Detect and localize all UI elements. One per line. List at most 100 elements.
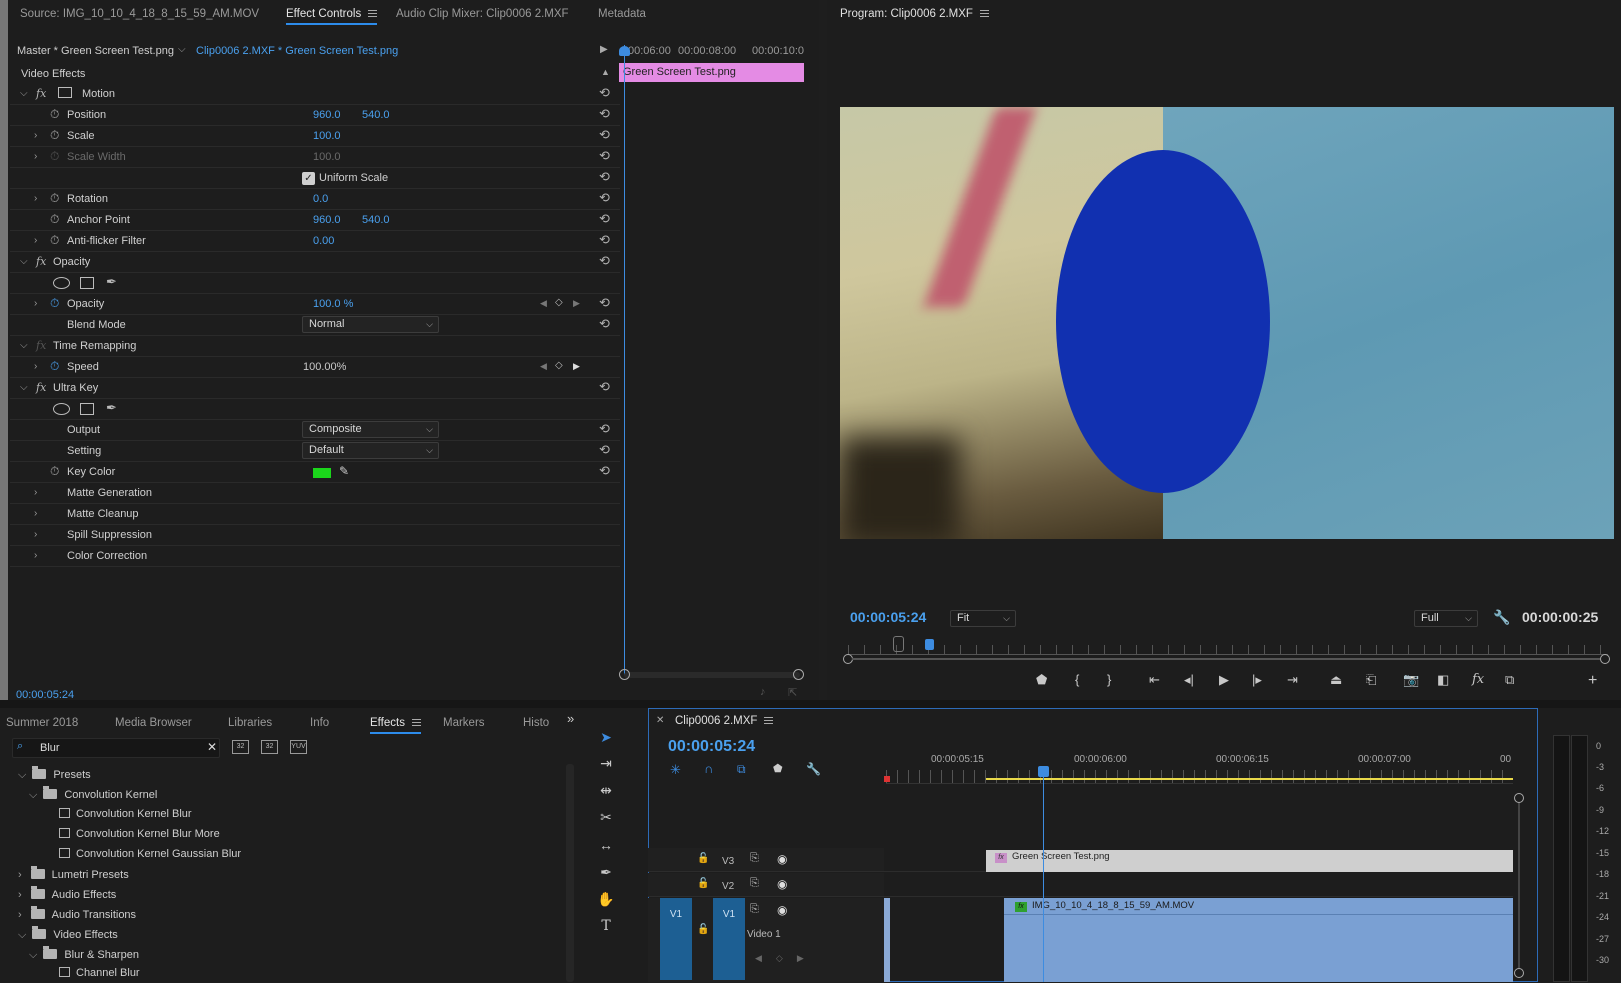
reset-icon[interactable]: ⟲: [599, 463, 610, 479]
keyframe-nav[interactable]: ◀◇▶: [755, 953, 818, 964]
chevron-right-icon[interactable]: ›: [34, 487, 37, 498]
antiflicker-value[interactable]: 0.00: [313, 235, 334, 247]
master-clip-label[interactable]: Master * Green Screen Test.png: [17, 45, 174, 57]
tab-history[interactable]: Histo: [523, 709, 549, 737]
clip-img-mov[interactable]: IMG_10_10_4_18_8_15_59_AM.MOV fx: [1004, 898, 1513, 982]
panel-menu-icon[interactable]: [979, 10, 989, 18]
reset-icon[interactable]: ⟲: [599, 169, 610, 185]
position-row[interactable]: ⏱ Position 960.0 540.0 ⟲: [10, 105, 620, 126]
reset-icon[interactable]: ⟲: [599, 442, 610, 458]
play-only-icon[interactable]: ▶: [600, 44, 608, 55]
pen-tool-icon[interactable]: ✒: [595, 861, 617, 883]
keyframe-next-icon[interactable]: ▶: [573, 298, 580, 309]
step-back-icon[interactable]: ◂|: [1184, 672, 1194, 688]
ripple-edit-tool-icon[interactable]: ⇹: [595, 779, 617, 801]
rotation-value[interactable]: 0.0: [313, 193, 328, 205]
eyedropper-icon[interactable]: ✎: [339, 464, 349, 478]
panel-menu-icon[interactable]: [368, 10, 378, 18]
position-y-value[interactable]: 540.0: [362, 109, 390, 121]
track-v2-label[interactable]: V2: [722, 881, 734, 892]
panel-menu-icon[interactable]: [411, 719, 421, 727]
chevron-right-icon[interactable]: ›: [34, 508, 37, 519]
add-keyframe-icon[interactable]: ◇: [555, 297, 563, 308]
program-timecode[interactable]: 00:00:05:24: [850, 609, 926, 625]
chevron-down-icon[interactable]: ⌵: [18, 769, 26, 781]
tree-audio-transitions[interactable]: › Audio Transitions: [18, 906, 136, 925]
tree-convolution-kernel-blur-more[interactable]: Convolution Kernel Blur More: [59, 825, 220, 844]
reset-icon[interactable]: ⟲: [599, 379, 610, 395]
opacity-value[interactable]: 100.0 %: [313, 298, 353, 310]
tab-metadata[interactable]: Metadata: [598, 0, 646, 28]
pen-mask-icon[interactable]: ✒: [106, 400, 117, 416]
blend-mode-dropdown[interactable]: Normal ⌵: [302, 316, 439, 333]
anchor-point-row[interactable]: ⏱ Anchor Point 960.0 540.0 ⟲: [10, 210, 620, 231]
collapse-icon[interactable]: ▲: [601, 67, 610, 77]
mini-scroll-handle-left[interactable]: [619, 669, 630, 680]
scale-value[interactable]: 100.0: [313, 130, 341, 142]
speed-row[interactable]: › ⏱ Speed 100.00% ◀ ◇ ▶: [10, 357, 620, 378]
chevron-right-icon[interactable]: ›: [34, 235, 37, 246]
mark-in-icon[interactable]: {: [1075, 672, 1079, 687]
tree-video-effects[interactable]: ⌵ Video Effects: [18, 926, 118, 945]
reset-icon[interactable]: ⟲: [599, 232, 610, 248]
eye-icon[interactable]: ◉: [777, 903, 787, 917]
add-keyframe-icon[interactable]: ◇: [555, 360, 563, 371]
close-sequence-icon[interactable]: ✕: [656, 715, 664, 726]
program-playhead[interactable]: [925, 639, 934, 650]
sync-lock-icon[interactable]: ⎘: [750, 903, 759, 916]
sequence-tab[interactable]: Clip0006 2.MXF: [675, 715, 774, 727]
fx-icon[interactable]: fx: [36, 87, 46, 100]
tab-effect-controls[interactable]: Effect Controls: [286, 0, 378, 28]
timeline-ruler[interactable]: [886, 770, 1513, 784]
extract-icon[interactable]: ⎗: [1366, 672, 1376, 688]
chevron-down-icon[interactable]: ⌵: [29, 949, 37, 961]
mini-playhead[interactable]: [624, 45, 625, 675]
time-remapping-row[interactable]: ⌵ fx Time Remapping: [10, 336, 620, 357]
add-button-icon[interactable]: +: [1588, 672, 1597, 690]
fx-toggle-icon[interactable]: fx: [1472, 672, 1484, 687]
tab-media-browser[interactable]: Media Browser: [115, 709, 192, 737]
tab-markers[interactable]: Markers: [443, 709, 485, 737]
tab-audio-clip-mixer[interactable]: Audio Clip Mixer: Clip0006 2.MXF: [396, 0, 569, 28]
timeline-vscroll-top[interactable]: [1514, 793, 1524, 803]
tab-info[interactable]: Info: [310, 709, 329, 737]
chevron-right-icon[interactable]: ›: [18, 889, 22, 901]
reset-icon[interactable]: ⟲: [599, 253, 610, 269]
filter-audio-icon[interactable]: ♪: [760, 686, 766, 698]
chevron-right-icon[interactable]: ›: [34, 193, 37, 204]
reset-icon[interactable]: ⟲: [599, 211, 610, 227]
lock-icon[interactable]: 🔓: [697, 878, 709, 889]
reset-icon[interactable]: ⟲: [599, 148, 610, 164]
matte-cleanup-row[interactable]: › Matte Cleanup: [10, 504, 620, 525]
rectangle-mask-icon[interactable]: [80, 403, 94, 415]
export-icon[interactable]: ⇱: [788, 686, 797, 699]
chevron-down-icon[interactable]: ⌵: [20, 340, 28, 351]
zoom-bar[interactable]: [852, 658, 1600, 660]
opacity-row[interactable]: › ⏱ Opacity 100.0 % ◀ ◇ ▶ ⟲: [10, 294, 620, 315]
stopwatch-icon[interactable]: ⏱: [50, 359, 59, 374]
stopwatch-icon[interactable]: ⏱: [50, 296, 59, 311]
stopwatch-icon[interactable]: ⏱: [50, 107, 59, 122]
in-marker[interactable]: [884, 776, 890, 782]
reset-icon[interactable]: ⟲: [599, 190, 610, 206]
mark-out-icon[interactable]: }: [1107, 672, 1111, 687]
color-correction-row[interactable]: › Color Correction: [10, 546, 620, 567]
export-frame-icon[interactable]: 📷: [1403, 672, 1419, 688]
tree-convolution-kernel-blur[interactable]: Convolution Kernel Blur: [59, 805, 192, 824]
lift-icon[interactable]: ⏏: [1330, 672, 1342, 688]
comparison-view-icon[interactable]: ◧: [1437, 672, 1449, 688]
reset-icon[interactable]: ⟲: [599, 295, 610, 311]
reset-icon[interactable]: ⟲: [599, 421, 610, 437]
ellipse-mask-icon[interactable]: [53, 277, 70, 289]
matte-generation-row[interactable]: › Matte Generation: [10, 483, 620, 504]
go-to-in-icon[interactable]: ⇤: [1149, 672, 1160, 688]
chevron-down-icon[interactable]: ⌵: [20, 382, 28, 393]
rectangle-mask-icon[interactable]: [80, 277, 94, 289]
stopwatch-icon[interactable]: ⏱: [50, 128, 59, 143]
program-ruler[interactable]: [848, 645, 1608, 655]
anchor-y-value[interactable]: 540.0: [362, 214, 390, 226]
keyframe-next-icon[interactable]: ▶: [573, 361, 580, 372]
spill-suppression-row[interactable]: › Spill Suppression: [10, 525, 620, 546]
mini-scroll-handle-right[interactable]: [793, 669, 804, 680]
position-x-value[interactable]: 960.0: [313, 109, 341, 121]
